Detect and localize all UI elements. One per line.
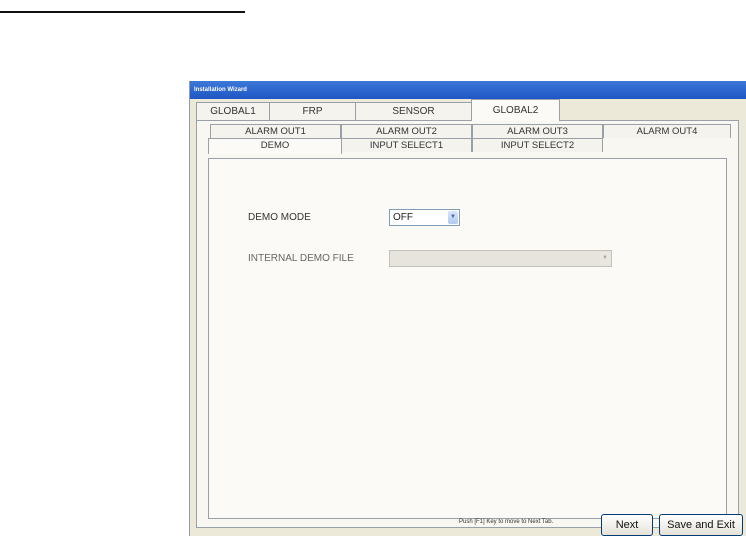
demo-mode-value: OFF bbox=[393, 212, 413, 223]
chevron-down-icon: ▼ bbox=[600, 252, 610, 265]
tab-alarm-out2[interactable]: ALARM OUT2 bbox=[341, 124, 472, 138]
tab-alarm-out3[interactable]: ALARM OUT3 bbox=[472, 124, 603, 138]
global2-panel: ALARM OUT1 ALARM OUT2 ALARM OUT3 ALARM O… bbox=[196, 120, 739, 528]
chevron-down-icon[interactable]: ▼ bbox=[448, 211, 458, 224]
demo-panel: DEMO MODE OFF ▼ INTERNAL DEMO FILE ▼ bbox=[208, 158, 727, 519]
save-and-exit-button[interactable]: Save and Exit bbox=[659, 514, 743, 536]
next-button[interactable]: Next bbox=[601, 514, 653, 536]
tab-input-select1[interactable]: INPUT SELECT1 bbox=[341, 138, 472, 152]
top-rule bbox=[0, 11, 245, 13]
tab-demo[interactable]: DEMO bbox=[208, 138, 342, 154]
installation-wizard-window: Installation Wizard GLOBAL1 FRP SENSOR G… bbox=[189, 81, 746, 536]
tab-global2[interactable]: GLOBAL2 bbox=[471, 99, 560, 121]
tab-sensor[interactable]: SENSOR bbox=[355, 102, 472, 120]
tab-alarm-out4[interactable]: ALARM OUT4 bbox=[603, 124, 731, 138]
demo-mode-select[interactable]: OFF ▼ bbox=[389, 209, 460, 226]
window-title: Installation Wizard bbox=[190, 81, 746, 99]
tab-input-select2[interactable]: INPUT SELECT2 bbox=[472, 138, 603, 152]
tab-frp[interactable]: FRP bbox=[269, 102, 356, 120]
demo-mode-label: DEMO MODE bbox=[248, 212, 311, 223]
status-hint: Push [F1] Key to move to Next Tab. bbox=[459, 519, 554, 525]
internal-demo-file-select[interactable]: ▼ bbox=[389, 250, 612, 267]
tab-alarm-out1[interactable]: ALARM OUT1 bbox=[210, 124, 341, 138]
internal-demo-file-label: INTERNAL DEMO FILE bbox=[248, 253, 354, 264]
tab-global1[interactable]: GLOBAL1 bbox=[196, 102, 270, 120]
